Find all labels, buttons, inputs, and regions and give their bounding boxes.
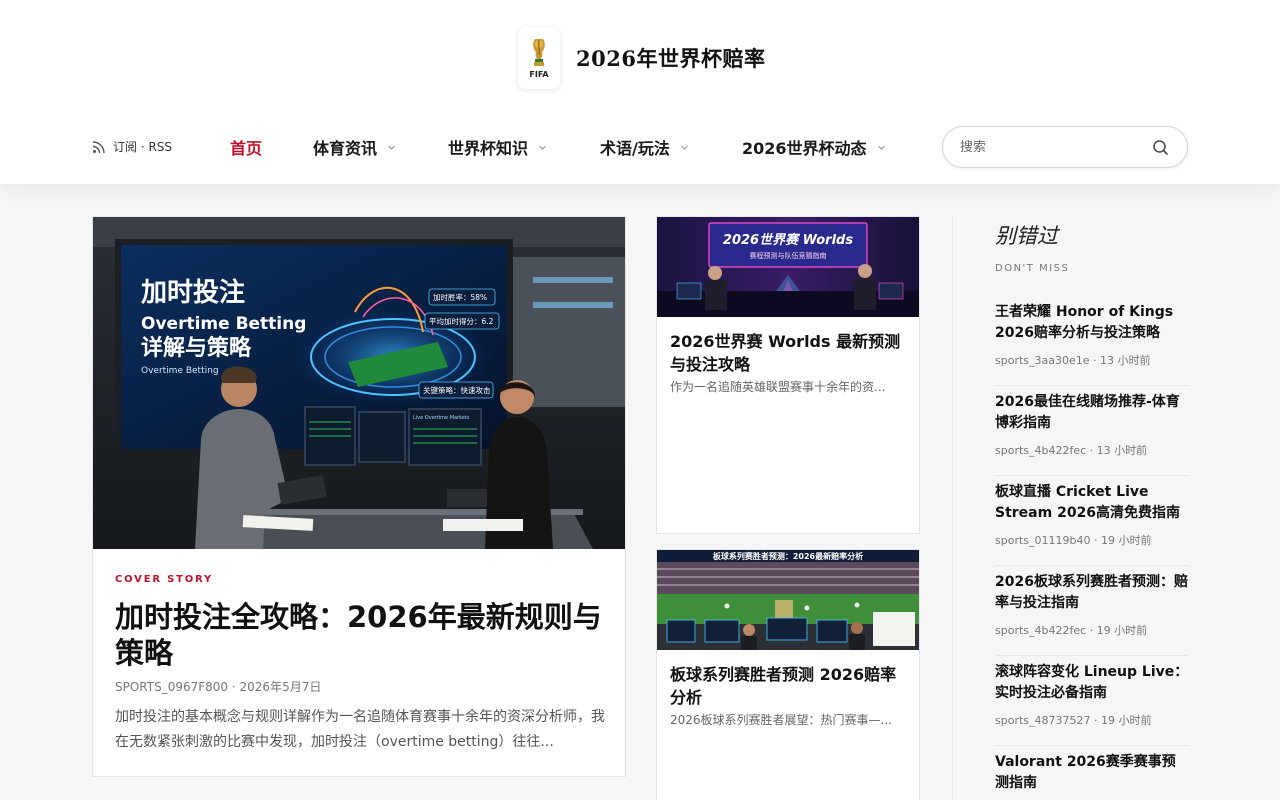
fifa-trophy-logo: FIFA — [518, 27, 560, 89]
sidebar-item-title[interactable]: 滚球阵容变化 Lineup Live：实时投注必备指南 — [995, 662, 1189, 704]
nav-item-label: 2026世界杯动态 — [742, 139, 867, 158]
image-screen-label: Live Overtime Markets — [413, 415, 470, 421]
article-card-image[interactable]: 2026世界赛 Worlds 赛程预测与队伍竞猜指南 — [657, 217, 919, 317]
site-header: FIFA 2026年世界杯赔率 订阅 · RSS 首页 体育资讯 世界杯知识 术… — [0, 0, 1280, 184]
article-card-title[interactable]: 2026世界赛 Worlds 最新预测与投注攻略 — [670, 330, 910, 376]
article-card-excerpt: 作为一名追随英雄联盟赛事十余年的资... — [670, 380, 886, 394]
image-stat-3: 关键策略：快速攻击 — [423, 385, 491, 395]
cover-story-title[interactable]: 加时投注全攻略：2026年最新规则与策略 — [115, 599, 610, 671]
nav-item-label: 术语/玩法 — [600, 139, 670, 158]
image-headline-2: 详解与策略 — [141, 335, 252, 361]
nav-item-sports-news[interactable]: 体育资讯 — [313, 135, 396, 159]
nav-item-world-cup-knowledge[interactable]: 世界杯知识 — [448, 135, 547, 159]
nav-item-home[interactable]: 首页 — [230, 135, 262, 159]
sidebar-item-title[interactable]: Valorant 2026赛季赛事预测指南 — [995, 752, 1189, 794]
sidebar-list-item[interactable]: 2026最佳在线赌场推荐-体育博彩指南 sports_4b422fec · 13… — [995, 386, 1189, 476]
cover-story-kicker: COVER STORY — [115, 574, 214, 585]
sidebar-list-item[interactable]: 王者荣耀 Honor of Kings 2026赔率分析与投注策略 sports… — [995, 296, 1189, 386]
sidebar-list: 王者荣耀 Honor of Kings 2026赔率分析与投注策略 sports… — [995, 296, 1189, 800]
search-icon[interactable] — [1152, 139, 1169, 156]
card-image-headline: 板球系列赛胜者预测：2026最新赔率分析 — [713, 551, 863, 561]
card-image-headline: 2026世界赛 Worlds — [723, 232, 853, 248]
sidebar-item-title[interactable]: 2026最佳在线赌场推荐-体育博彩指南 — [995, 392, 1189, 434]
sidebar-item-title[interactable]: 王者荣耀 Honor of Kings 2026赔率分析与投注策略 — [995, 302, 1189, 344]
rss-subscribe-link[interactable]: 订阅 · RSS — [92, 138, 172, 155]
cover-story-image[interactable]: 加时投注 Overtime Betting 详解与策略 Overtime Bet… — [93, 217, 625, 549]
article-card[interactable]: 板球系列赛胜者预测：2026最新赔率分析 板球系列赛胜者预测 2026赔率分析 … — [656, 549, 920, 800]
chevron-down-icon — [388, 145, 395, 150]
meta-separator: · — [231, 680, 240, 694]
nav-item-label: 世界杯知识 — [448, 139, 529, 158]
chevron-down-icon — [680, 145, 688, 150]
image-stat-1: 加时胜率：58% — [433, 292, 487, 302]
image-caption: Overtime Betting — [141, 366, 219, 376]
rss-label: 订阅 · RSS — [113, 140, 173, 154]
sidebar-item-title[interactable]: 板球直播 Cricket Live Stream 2026高清免费指南 — [995, 482, 1189, 524]
chevron-down-icon — [877, 145, 885, 150]
sidebar-list-item[interactable]: 板球直播 Cricket Live Stream 2026高清免费指南 spor… — [995, 476, 1189, 566]
nav-item-label: 体育资讯 — [313, 139, 378, 158]
chevron-down-icon — [539, 145, 546, 150]
author-link[interactable]: SPORTS_0967F800 — [115, 680, 228, 694]
cover-story-meta: SPORTS_0967F800 · 2026年5月7日 — [115, 678, 321, 695]
sidebar-dont-miss: 别错过 DON'T MISS 王者荣耀 Honor of Kings 2026赔… — [952, 216, 1189, 800]
card-image-sub: 赛程预测与队伍竞猜指南 — [750, 251, 827, 260]
nav-item-terms-rules[interactable]: 术语/玩法 — [600, 135, 689, 159]
sidebar-item-meta: sports_01119b40 · 19 小时前 — [995, 534, 1152, 547]
sidebar-list-item[interactable]: Valorant 2026赛季赛事预测指南 — [995, 746, 1189, 800]
image-headline-en: Overtime Betting — [141, 314, 306, 334]
rss-icon — [92, 140, 105, 153]
cover-story-card[interactable]: 加时投注 Overtime Betting 详解与策略 Overtime Bet… — [92, 216, 626, 777]
sidebar-subtitle: DON'T MISS — [995, 263, 1070, 274]
sidebar-list-item[interactable]: 2026板球系列赛胜者预测：赔率与投注指南 sports_4b422fec · … — [995, 566, 1189, 656]
nav-item-2026-world-cup-news[interactable]: 2026世界杯动态 — [742, 135, 886, 159]
nav-item-label: 首页 — [230, 139, 263, 158]
search-input[interactable] — [960, 139, 1140, 155]
sidebar-list-item[interactable]: 滚球阵容变化 Lineup Live：实时投注必备指南 sports_48737… — [995, 656, 1189, 746]
article-card[interactable]: 2026世界赛 Worlds 赛程预测与队伍竞猜指南 2026世界赛 World… — [656, 216, 920, 534]
article-card-excerpt: 2026板球系列赛胜者展望：热门赛事—... — [670, 713, 892, 727]
search-box — [942, 126, 1188, 168]
sidebar-title: 别错过 — [995, 224, 1058, 248]
cover-story-excerpt: 加时投注的基本概念与规则详解作为一名追随体育赛事十余年的资深分析师，我在无数紧张… — [115, 709, 605, 750]
sidebar-item-meta: sports_4b422fec · 19 小时前 — [995, 624, 1148, 637]
image-stat-2: 平均加时得分：6.2 — [429, 316, 494, 326]
article-card-title[interactable]: 板球系列赛胜者预测 2026赔率分析 — [670, 663, 910, 709]
sidebar-item-meta: sports_48737527 · 19 小时前 — [995, 714, 1152, 727]
image-headline: 加时投注 — [141, 277, 245, 308]
logo-text: FIFA — [529, 70, 549, 79]
publish-date: 2026年5月7日 — [239, 680, 322, 694]
site-logo-link[interactable]: FIFA 2026年世界杯赔率 — [518, 27, 765, 89]
sidebar-item-title[interactable]: 2026板球系列赛胜者预测：赔率与投注指南 — [995, 572, 1189, 614]
site-title[interactable]: 2026年世界杯赔率 — [576, 43, 765, 73]
main-nav: 订阅 · RSS 首页 体育资讯 世界杯知识 术语/玩法 2026世界杯动态 — [0, 126, 1280, 168]
trophy-icon — [533, 39, 545, 66]
sidebar-item-meta: sports_4b422fec · 13 小时前 — [995, 444, 1148, 457]
sidebar-item-meta: sports_3aa30e1e · 13 小时前 — [995, 354, 1151, 367]
article-card-image[interactable]: 板球系列赛胜者预测：2026最新赔率分析 — [657, 550, 919, 650]
